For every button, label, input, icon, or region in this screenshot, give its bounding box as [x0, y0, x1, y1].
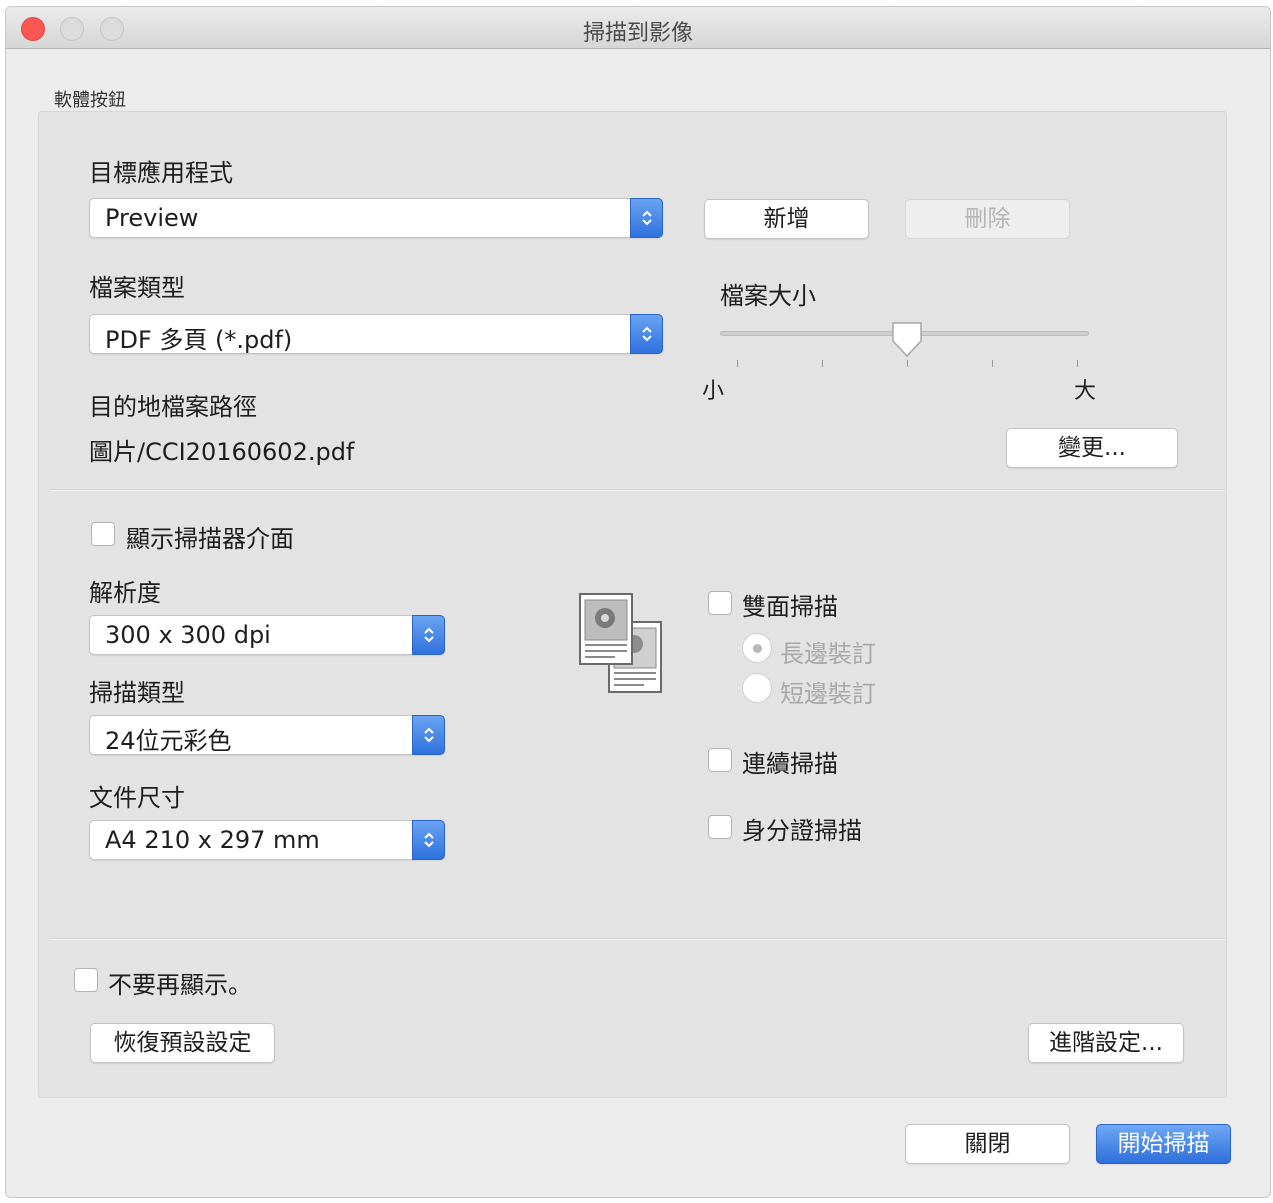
updown-chevron-icon	[412, 820, 445, 860]
continuous-scan-label: 連續掃描	[742, 750, 838, 778]
updown-chevron-icon	[412, 615, 445, 655]
slider-tick	[992, 360, 993, 367]
short-edge-radio[interactable]	[742, 673, 772, 703]
duplex-scan-label: 雙面掃描	[742, 593, 838, 621]
resolution-select[interactable]: 300 x 300 dpi	[89, 615, 445, 655]
advanced-settings-button[interactable]: 進階設定...	[1028, 1023, 1184, 1063]
show-scanner-ui-checkbox[interactable]	[91, 522, 115, 546]
doc-size-select[interactable]: A4 210 x 297 mm	[89, 820, 445, 860]
dont-show-again-label: 不要再顯示。	[108, 971, 252, 999]
doc-size-value: A4 210 x 297 mm	[105, 826, 320, 854]
duplex-document-icon	[579, 593, 662, 693]
restore-defaults-button[interactable]: 恢復預設設定	[90, 1023, 275, 1063]
file-type-value: PDF 多頁 (*.pdf)	[105, 326, 293, 354]
software-button-group-label: 軟體按鈕	[54, 90, 126, 111]
target-app-label: 目標應用程式	[89, 159, 233, 187]
file-type-select[interactable]: PDF 多頁 (*.pdf)	[89, 314, 663, 354]
scan-type-label: 掃描類型	[89, 679, 185, 707]
close-button[interactable]: 關閉	[905, 1124, 1070, 1164]
file-size-slider-thumb[interactable]	[890, 321, 924, 359]
slider-tick	[907, 360, 908, 367]
radio-selected-dot	[753, 644, 762, 653]
section-divider	[50, 938, 1225, 940]
section-divider	[50, 489, 1225, 491]
target-app-select[interactable]: Preview	[89, 198, 663, 238]
dont-show-again-checkbox[interactable]	[74, 968, 98, 992]
add-app-button[interactable]: 新增	[704, 199, 869, 239]
target-app-value: Preview	[105, 204, 199, 232]
scan-type-select[interactable]: 24位元彩色	[89, 715, 445, 755]
updown-chevron-icon	[630, 314, 663, 354]
file-size-label: 檔案大小	[720, 282, 816, 310]
show-scanner-ui-label: 顯示掃描器介面	[126, 525, 294, 553]
long-edge-label: 長邊裝訂	[780, 640, 876, 668]
slider-tick	[1077, 360, 1078, 367]
dest-path-label: 目的地檔案路徑	[89, 393, 257, 421]
file-size-min-label: 小	[702, 379, 725, 404]
change-path-button[interactable]: 變更...	[1006, 428, 1178, 468]
start-scan-button[interactable]: 開始掃描	[1096, 1124, 1231, 1164]
doc-size-label: 文件尺寸	[89, 784, 185, 812]
file-type-label: 檔案類型	[89, 274, 185, 302]
slider-tick	[737, 360, 738, 367]
resolution-label: 解析度	[89, 579, 161, 607]
duplex-scan-checkbox[interactable]	[708, 591, 732, 615]
file-size-max-label: 大	[1074, 379, 1097, 404]
resolution-value: 300 x 300 dpi	[105, 621, 271, 649]
delete-app-button[interactable]: 刪除	[905, 199, 1070, 239]
window-title: 掃描到影像	[582, 21, 693, 46]
continuous-scan-checkbox[interactable]	[708, 748, 732, 772]
slider-tick	[822, 360, 823, 367]
scan-type-value: 24位元彩色	[105, 727, 232, 755]
updown-chevron-icon	[630, 198, 663, 238]
long-edge-radio[interactable]	[742, 633, 772, 663]
short-edge-label: 短邊裝訂	[780, 680, 876, 708]
updown-chevron-icon	[412, 715, 445, 755]
dest-path-value: 圖片/CCI20160602.pdf	[89, 438, 355, 466]
id-card-scan-label: 身分證掃描	[742, 817, 862, 845]
title-bar: 掃描到影像	[6, 7, 1270, 49]
id-card-scan-checkbox[interactable]	[708, 815, 732, 839]
